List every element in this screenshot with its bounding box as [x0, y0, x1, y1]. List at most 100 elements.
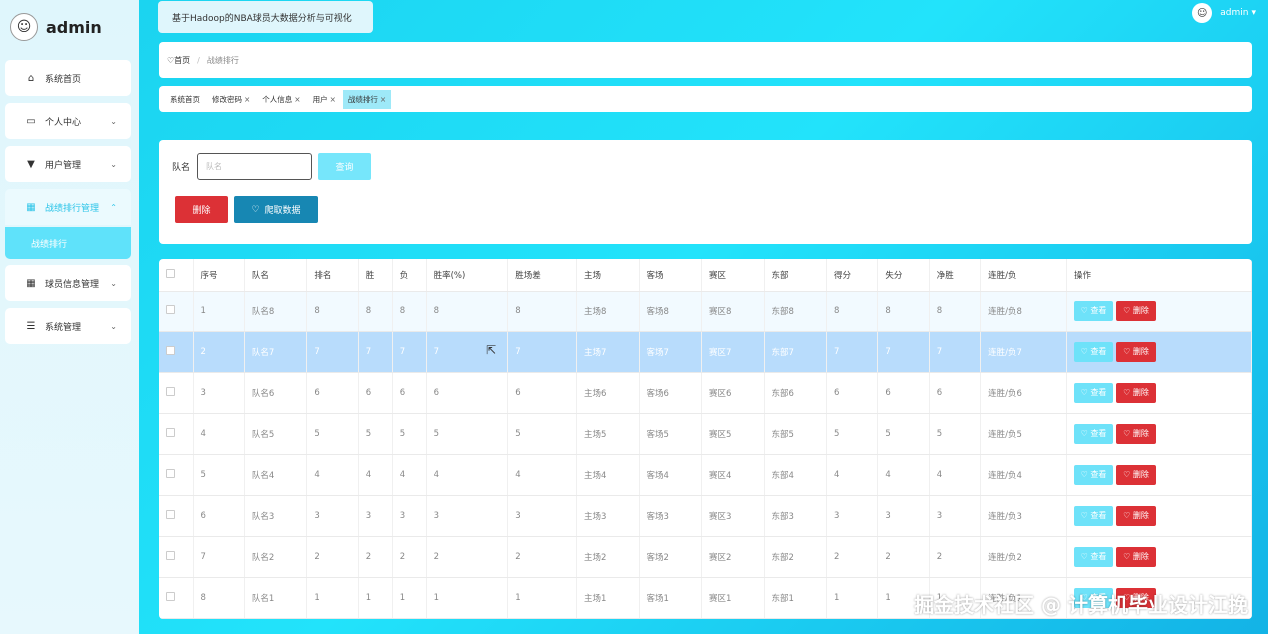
table-row[interactable]: 6 队名3 3 3 3 3 3 主场3 客场3 赛区3 东部3 3 3 3 连胜/负3 ♡ 查看 ♡ 删除	[159, 495, 1252, 537]
row-checkbox[interactable]	[159, 331, 194, 374]
column-header[interactable]: 排名	[306, 259, 359, 292]
table-cell: 1	[358, 577, 393, 619]
sidebar-item-users[interactable]: ▼ 用户管理 ⌄	[5, 146, 131, 182]
row-checkbox[interactable]	[159, 454, 194, 496]
table-cell: 客场7	[639, 331, 703, 374]
tab-rankings[interactable]: 战绩排行 ×	[342, 89, 392, 109]
column-header[interactable]: 净胜	[929, 259, 982, 292]
submenu-item-rankings[interactable]: 战绩排行	[5, 227, 131, 259]
delete-button[interactable]: ♡ 删除	[1115, 383, 1156, 404]
table-cell: 队名5	[244, 413, 308, 456]
view-button[interactable]: ♡ 查看	[1073, 383, 1113, 404]
table-cell: 2	[358, 536, 393, 578]
column-header[interactable]: 主场	[576, 259, 640, 292]
view-button[interactable]: ♡ 查看	[1073, 342, 1113, 363]
view-button[interactable]: ♡ 查看	[1073, 465, 1113, 485]
breadcrumb-home[interactable]: 首页	[174, 55, 190, 66]
tab-users[interactable]: 用户 ×	[308, 90, 341, 109]
delete-button[interactable]: ♡ 删除	[1115, 546, 1156, 567]
team-name-input[interactable]: 队名	[197, 153, 312, 180]
table-row[interactable]: 5 队名4 4 4 4 4 4 主场4 客场4 赛区4 东部4 4 4 4 连胜/负4 ♡ 查看 ♡ 删除	[159, 454, 1252, 496]
column-header[interactable]: 队名	[244, 259, 308, 292]
sidebar-item-home[interactable]: ⌂ 系统首页	[5, 60, 131, 96]
table-cell: 客场3	[639, 495, 703, 537]
table-cell: 2	[193, 331, 245, 374]
delete-button[interactable]: ♡ 删除	[1115, 505, 1156, 526]
table-cell: 7	[306, 331, 359, 374]
column-header[interactable]: 连胜/负	[980, 259, 1067, 292]
table-cell: 连胜/负3	[980, 495, 1067, 537]
select-all-checkbox[interactable]	[159, 259, 194, 292]
heart-icon: ♡	[1123, 470, 1133, 479]
column-header[interactable]: 负	[392, 259, 427, 292]
heart-icon: ♡	[1123, 306, 1133, 316]
table-cell: 2	[826, 536, 879, 578]
tab-profile[interactable]: 个人信息 ×	[257, 90, 305, 109]
column-header[interactable]: 胜	[358, 259, 393, 292]
sidebar-item-rankings[interactable]: ▦ 战绩排行管理 ⌃	[5, 189, 131, 225]
avatar: ☺	[10, 13, 38, 41]
view-button[interactable]: ♡ 查看	[1073, 301, 1113, 322]
column-header[interactable]: 得分	[826, 259, 879, 292]
close-icon[interactable]: ×	[244, 95, 250, 104]
table-cell: 4	[392, 454, 427, 496]
row-checkbox[interactable]	[159, 291, 194, 333]
sidebar-item-players[interactable]: ▦ 球员信息管理 ⌄	[5, 265, 131, 301]
crawl-data-button[interactable]: ♡ 爬取数据	[234, 196, 318, 223]
home-icon: ⌂	[27, 72, 35, 84]
query-button[interactable]: 查询	[318, 153, 371, 180]
column-header[interactable]: 序号	[193, 259, 245, 292]
sidebar-item-profile[interactable]: ▭ 个人中心 ⌄	[5, 103, 131, 139]
heart-icon: ♡	[1080, 388, 1091, 398]
table-cell: 4	[193, 413, 245, 456]
row-checkbox[interactable]	[159, 577, 194, 619]
table-cell: 6	[426, 372, 509, 415]
heart-icon: ♡	[251, 204, 260, 215]
table-row[interactable]: 2 队名7 7 7 7 7 7 主场7 客场7 赛区7 东部7 7 7 7 连胜/负7 ♡ 查看 ♡ 删除	[159, 331, 1252, 374]
delete-button[interactable]: ♡ 删除	[1115, 301, 1156, 322]
close-icon[interactable]: ×	[380, 95, 386, 104]
tab-home[interactable]: 系统首页	[165, 90, 205, 109]
table-cell: 6	[392, 372, 427, 415]
row-checkbox[interactable]	[159, 495, 194, 537]
column-header[interactable]: 失分	[877, 259, 930, 292]
row-checkbox[interactable]	[159, 536, 194, 578]
table-row[interactable]: 1 队名8 8 8 8 8 8 主场8 客场8 赛区8 东部8 8 8 8 连胜/负8 ♡ 查看 ♡ 删除	[159, 291, 1252, 333]
breadcrumb-separator: /	[197, 55, 200, 65]
table-cell: 8	[929, 291, 982, 333]
close-icon[interactable]: ×	[330, 95, 336, 104]
column-header[interactable]: 胜率(%)	[426, 259, 509, 292]
view-button[interactable]: ♡ 查看	[1073, 505, 1113, 526]
table-cell: 7	[929, 331, 982, 374]
table-row[interactable]: 7 队名2 2 2 2 2 2 主场2 客场2 赛区2 东部2 2 2 2 连胜/负2 ♡ 查看 ♡ 删除	[159, 536, 1252, 578]
table-cell: 7	[193, 536, 245, 578]
user-menu[interactable]: ☺ admin ▾	[1192, 3, 1256, 23]
table-cell: 8	[426, 291, 509, 333]
close-icon[interactable]: ×	[294, 95, 300, 104]
delete-button[interactable]: ♡ 删除	[1115, 342, 1156, 363]
view-button[interactable]: ♡ 查看	[1073, 424, 1113, 445]
column-header[interactable]: 赛区	[701, 259, 765, 292]
sidebar-item-label: 球员信息管理	[45, 279, 100, 290]
view-button[interactable]: ♡ 查看	[1073, 546, 1113, 567]
sidebar-item-system[interactable]: ☰ 系统管理 ⌄	[5, 308, 131, 344]
delete-button[interactable]: ♡ 删除	[1115, 424, 1156, 445]
table-cell: 6	[193, 495, 245, 537]
table-cell: 1	[193, 291, 245, 333]
batch-delete-button[interactable]: 删除	[175, 196, 228, 223]
table-cell: 2	[877, 536, 930, 578]
table-cell: 队名4	[244, 454, 308, 496]
table-row[interactable]: 3 队名6 6 6 6 6 6 主场6 客场6 赛区6 东部6 6 6 6 连胜/负6 ♡ 查看 ♡ 删除	[159, 372, 1252, 415]
column-header[interactable]: 客场	[639, 259, 703, 292]
column-header[interactable]: 东部	[764, 259, 827, 292]
table-row[interactable]: 4 队名5 5 5 5 5 5 主场5 客场5 赛区5 东部5 5 5 5 连胜/负5 ♡ 查看 ♡ 删除	[159, 413, 1252, 456]
chevron-up-icon: ⌃	[110, 202, 117, 212]
row-checkbox[interactable]	[159, 413, 194, 456]
column-header[interactable]: 操作	[1066, 259, 1252, 292]
table-cell: 3	[929, 495, 982, 537]
tab-change-password[interactable]: 修改密码 ×	[207, 90, 255, 109]
row-checkbox[interactable]	[159, 372, 194, 415]
column-header[interactable]: 胜场差	[507, 259, 578, 292]
delete-button[interactable]: ♡ 删除	[1115, 465, 1156, 485]
heart-icon: ♡	[1080, 429, 1091, 439]
